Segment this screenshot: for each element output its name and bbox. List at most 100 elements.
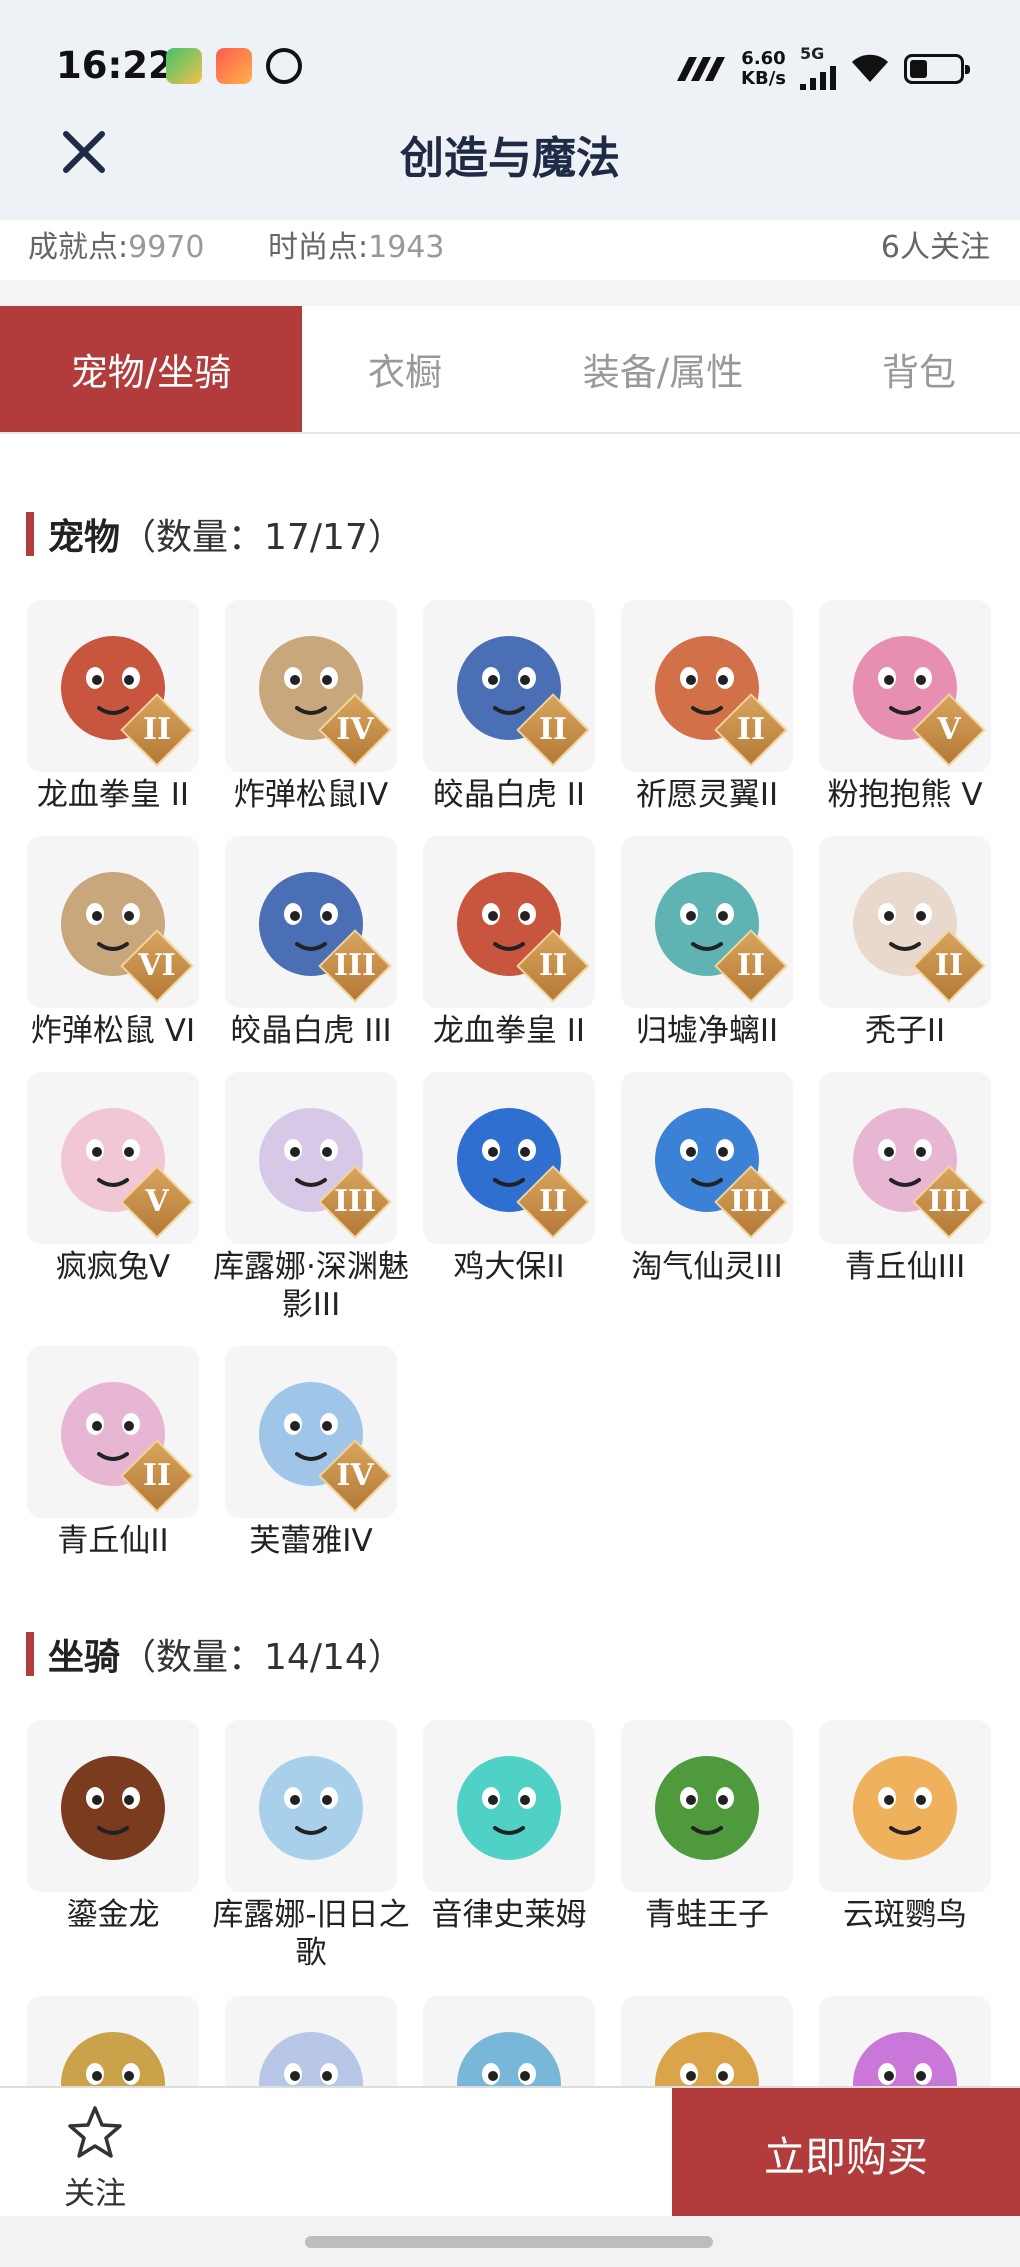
pets-item-name: 青丘仙II xyxy=(57,1523,169,1559)
mounts-item-name: 云斑鹦鸟 xyxy=(843,1897,967,1933)
mounts-item[interactable]: 鎏金龙 xyxy=(14,1720,212,1934)
pets-item-name: 疯疯兔V xyxy=(55,1249,171,1285)
pets-item-name: 炸弹松鼠IV xyxy=(233,777,389,813)
pets-item[interactable]: II 鸡大保II xyxy=(410,1072,608,1286)
pets-item[interactable]: II 秃子II xyxy=(806,836,1004,1050)
pets-item-name: 龙血拳皇 II xyxy=(432,1013,586,1049)
pets-item[interactable]: IV 炸弹松鼠IV xyxy=(212,600,410,814)
rank-label: II xyxy=(142,1458,172,1493)
mounts-section-title: 坐骑 （数量：14/14） xyxy=(26,1628,404,1680)
white-tiger-icon: II xyxy=(423,600,595,772)
pets-item-name: 青丘仙III xyxy=(844,1249,966,1285)
freya-icon: IV xyxy=(225,1346,397,1518)
pets-item-name: 炸弹松鼠 VI xyxy=(30,1013,196,1049)
mounts-item-name: 鎏金龙 xyxy=(66,1897,160,1933)
pets-item[interactable]: III 青丘仙III xyxy=(806,1072,1004,1286)
dragon-boxer-icon: II xyxy=(423,836,595,1008)
page-title: 创造与魔法 xyxy=(400,133,620,184)
pets-item-name: 龙血拳皇 II xyxy=(36,777,190,813)
home-indicator[interactable] xyxy=(305,2236,713,2248)
tab-bar: 宠物/坐骑 衣橱 装备/属性 背包 xyxy=(0,306,1020,434)
pets-item[interactable]: II 归墟净螭II xyxy=(608,836,806,1050)
pets-item[interactable]: V 疯疯兔V xyxy=(14,1072,212,1286)
pets-item[interactable]: II 青丘仙II xyxy=(14,1346,212,1560)
buy-now-button[interactable]: 立即购买 xyxy=(672,2088,1020,2218)
pink-bear-icon: V xyxy=(819,600,991,772)
rank-label: II xyxy=(538,1184,568,1219)
pets-item[interactable]: II 祈愿灵翼II xyxy=(608,600,806,814)
pets-item[interactable]: II 皎晶白虎 II xyxy=(410,600,608,814)
rank-label: II xyxy=(934,948,964,983)
follower-count: 6人关注 xyxy=(880,230,990,265)
pets-item[interactable]: II 龙血拳皇 II xyxy=(14,600,212,814)
white-tiger-icon: III xyxy=(225,836,397,1008)
section-accent-bar xyxy=(26,512,34,556)
video-app-icon xyxy=(166,48,202,84)
bomb-squirrel-icon: VI xyxy=(27,836,199,1008)
pets-item[interactable]: III 淘气仙灵III xyxy=(608,1072,806,1286)
pets-item-name: 淘气仙灵III xyxy=(631,1249,783,1285)
battery-icon xyxy=(904,54,970,84)
pets-item[interactable]: III 库露娜·深渊魅影III xyxy=(212,1072,410,1324)
rank-label: IV xyxy=(336,1458,374,1493)
rank-label: II xyxy=(538,712,568,747)
rank-label: III xyxy=(333,948,377,983)
pets-section-title: 宠物 （数量：17/17） xyxy=(26,508,404,560)
tab-backpack[interactable]: 背包 xyxy=(818,306,1020,432)
gold-dragon-icon xyxy=(27,1720,199,1892)
divider-band xyxy=(0,280,1020,306)
rank-label: II xyxy=(142,712,172,747)
rank-label: III xyxy=(927,1184,971,1219)
status-time: 16:22 xyxy=(56,44,174,87)
mounts-item[interactable]: 青蛙王子 xyxy=(608,1720,806,1934)
crazy-rabbit-icon: V xyxy=(27,1072,199,1244)
wifi-icon xyxy=(852,54,888,82)
bottom-action-bar: 关注 立即购买 xyxy=(0,2086,1020,2218)
tab-equipment-attributes[interactable]: 装备/属性 xyxy=(508,306,818,432)
parrot-icon xyxy=(819,1720,991,1892)
pets-item[interactable]: V 粉抱抱熊 V xyxy=(806,600,1004,814)
water-dragon-icon: II xyxy=(621,836,793,1008)
kuluna-song-icon xyxy=(225,1720,397,1892)
section-accent-bar xyxy=(26,1632,34,1676)
pets-item-name: 秃子II xyxy=(864,1013,946,1049)
rank-label: VI xyxy=(138,948,176,983)
app-header: 创造与魔法 xyxy=(0,90,1020,220)
sync-icon xyxy=(266,48,302,84)
net-speed: 6.60 KB/s xyxy=(741,48,786,89)
mounts-item[interactable]: 音律史莱姆 xyxy=(410,1720,608,1934)
rank-label: V xyxy=(145,1184,169,1219)
slime-icon xyxy=(423,1720,595,1892)
shopping-app-icon xyxy=(216,48,252,84)
rank-label: II xyxy=(538,948,568,983)
rank-label: II xyxy=(736,948,766,983)
pets-item-name: 芙蕾雅IV xyxy=(249,1523,373,1559)
pets-item-name: 粉抱抱熊 V xyxy=(827,777,983,813)
pets-item-name: 归墟净螭II xyxy=(635,1013,779,1049)
star-icon xyxy=(68,2106,122,2158)
pets-item[interactable]: II 龙血拳皇 II xyxy=(410,836,608,1050)
follow-button[interactable]: 关注 xyxy=(40,2104,150,2213)
tab-wardrobe[interactable]: 衣橱 xyxy=(302,306,508,432)
mounts-item[interactable]: 库露娜-旧日之歌 xyxy=(212,1720,410,1972)
achievement-points: 成就点:9970 xyxy=(28,230,205,265)
status-indicators: 6.60 KB/s 5G xyxy=(673,46,970,92)
pets-item[interactable]: VI 炸弹松鼠 VI xyxy=(14,836,212,1050)
pets-item[interactable]: III 皎晶白虎 III xyxy=(212,836,410,1050)
mounts-item-name: 音律史莱姆 xyxy=(431,1897,587,1933)
pets-item[interactable]: IV 芙蕾雅IV xyxy=(212,1346,410,1560)
notification-icons xyxy=(166,48,302,84)
rank-label: III xyxy=(729,1184,773,1219)
pets-item-name: 祈愿灵翼II xyxy=(635,777,779,813)
mounts-item[interactable]: 云斑鹦鸟 xyxy=(806,1720,1004,1934)
dragon-boxer-icon: II xyxy=(27,600,199,772)
mounts-item-name: 青蛙王子 xyxy=(645,1897,769,1933)
mounts-item-name: 库露娜-旧日之歌 xyxy=(212,1897,410,1971)
fox-fairy-icon: III xyxy=(819,1072,991,1244)
tab-pets-mounts[interactable]: 宠物/坐骑 xyxy=(0,306,302,432)
pets-item-name: 库露娜·深渊魅影III xyxy=(213,1249,409,1323)
rank-label: IV xyxy=(336,712,374,747)
bald-kid-icon: II xyxy=(819,836,991,1008)
pets-item-name: 皎晶白虎 II xyxy=(432,777,586,813)
frog-prince-icon xyxy=(621,1720,793,1892)
